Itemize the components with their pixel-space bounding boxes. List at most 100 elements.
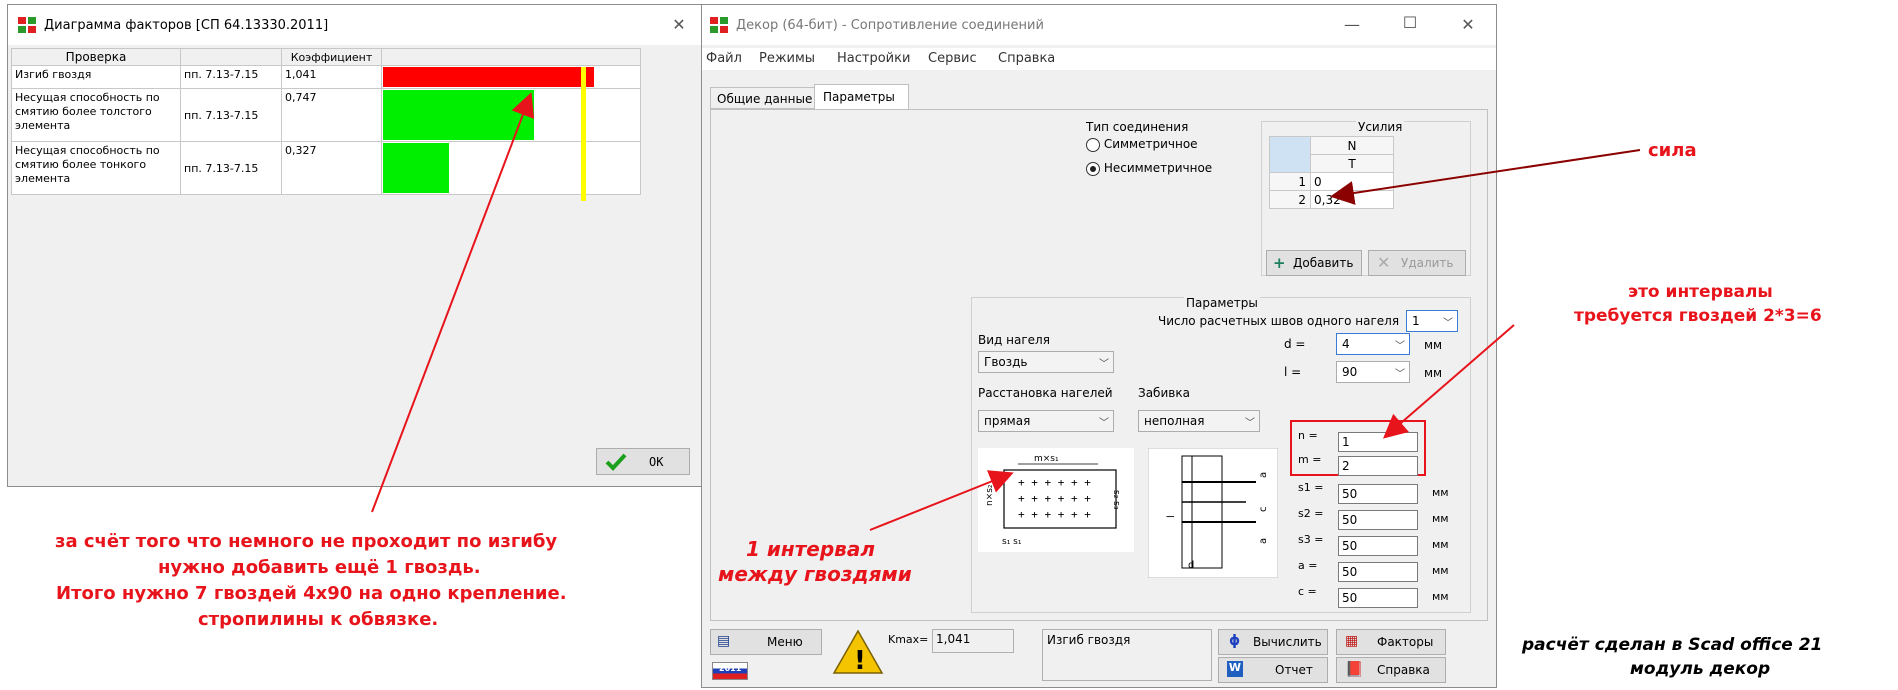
column-header-ref[interactable] <box>180 48 282 66</box>
delete-label: Удалить <box>1401 256 1454 270</box>
params-title: Параметры <box>1184 296 1260 310</box>
menu-bar: Файл Режимы Настройки Сервис Справка <box>702 48 1496 70</box>
a-field[interactable]: 50 <box>1338 562 1418 582</box>
chevron-down-icon: ﹀ <box>1245 418 1255 429</box>
menu-button[interactable]: ▤ Меню <box>710 629 822 655</box>
l-label: l = <box>1284 365 1302 379</box>
main-titlebar: Декор (64-бит) - Сопротивление соединени… <box>702 5 1496 45</box>
m-label: m = <box>1298 453 1322 466</box>
placement-value: прямая <box>984 414 1031 428</box>
placement-select[interactable]: прямая ﹀ <box>978 410 1114 432</box>
kmax-field: 1,041 <box>932 629 1014 653</box>
ok-button[interactable]: OK <box>596 448 690 475</box>
table-row[interactable]: 1 0 <box>1269 172 1394 191</box>
warning-icon: ! <box>832 629 884 675</box>
seams-value: 1 <box>1412 314 1420 328</box>
factor-bar <box>383 67 594 87</box>
table-row[interactable]: Несущая способность по смятию более толс… <box>11 88 641 142</box>
calculate-button[interactable]: ϕ Вычислить <box>1218 629 1328 655</box>
a-label: a = <box>1298 559 1318 572</box>
forces-table: N T 1 0 2 0,32 <box>1269 136 1394 209</box>
nagel-type-select[interactable]: Гвоздь ﹀ <box>978 351 1114 373</box>
forces-header-t: T <box>1310 154 1394 173</box>
tab-parameters[interactable]: Параметры <box>814 84 909 110</box>
status-panel: Изгиб гвоздя <box>1042 629 1212 681</box>
forces-title: Усилия <box>1356 120 1405 134</box>
radio-asymmetric[interactable]: Несимметричное <box>1086 161 1212 176</box>
d-select[interactable]: 4 ﹀ <box>1336 333 1410 355</box>
close-icon[interactable]: ✕ <box>665 15 693 34</box>
word-icon: W <box>1227 661 1243 677</box>
radio-symmetric[interactable]: Симметричное <box>1086 137 1198 152</box>
s1-label: s1 = <box>1298 481 1324 494</box>
svg-text:a: a <box>1258 538 1269 544</box>
seams-select[interactable]: 1 ﹀ <box>1406 310 1458 332</box>
l-value: 90 <box>1342 365 1358 379</box>
column-header-check[interactable]: Проверка <box>11 48 181 66</box>
factors-window: Диаграмма факторов [СП 64.13330.2011] ✕ … <box>7 4 704 487</box>
c-field[interactable]: 50 <box>1338 588 1418 608</box>
table-row[interactable]: Изгиб гвоздя пп. 7.13-7.15 1,041 <box>11 65 641 89</box>
ref-cell: пп. 7.13-7.15 <box>180 65 282 89</box>
ref-cell: пп. 7.13-7.15 <box>180 141 282 195</box>
book-icon: 📕 <box>1345 660 1364 678</box>
tab-general[interactable]: Общие данные <box>710 87 815 109</box>
params-group: Параметры Число расчетных швов одного на… <box>971 296 1471 613</box>
factors-button[interactable]: ▦ Факторы <box>1336 629 1446 655</box>
row-number: 2 <box>1269 190 1311 209</box>
calculate-label: Вычислить <box>1253 635 1322 649</box>
check-cell: Изгиб гвоздя <box>11 65 181 89</box>
year-badge: 2011 <box>712 662 748 680</box>
delete-force-button[interactable]: ✕ Удалить <box>1368 250 1466 276</box>
radio-label: Симметричное <box>1103 137 1198 151</box>
s3-field[interactable]: 50 <box>1338 536 1418 556</box>
column-header-coef[interactable]: Коэффициент <box>281 48 382 66</box>
l-unit: мм <box>1424 366 1443 380</box>
svg-text:+ + + + + +: + + + + + + <box>1018 508 1091 521</box>
connection-type-title: Тип соединения <box>1086 120 1189 134</box>
add-force-button[interactable]: + Добавить <box>1266 250 1362 276</box>
help-button[interactable]: 📕 Справка <box>1336 657 1446 683</box>
tab-parameters-label: Параметры <box>823 90 895 104</box>
l-select[interactable]: 90 ﹀ <box>1336 361 1410 383</box>
annotation-scad-line1: расчёт сделан в Scad office 21 <box>1522 635 1823 655</box>
svg-text:m×s₁: m×s₁ <box>1034 454 1059 464</box>
menu-item-modes[interactable]: Режимы <box>759 51 815 66</box>
bar-cell <box>381 65 641 89</box>
table-row[interactable]: Несущая способность по смятию более тонк… <box>11 141 641 195</box>
driving-select[interactable]: неполная ﹀ <box>1138 410 1260 432</box>
s2-unit: мм <box>1432 512 1449 525</box>
s2-field[interactable]: 50 <box>1338 510 1418 530</box>
menu-doc-icon: ▤ <box>717 633 731 649</box>
seams-label: Число расчетных швов одного нагеля <box>1158 314 1400 328</box>
table-row[interactable]: 2 0,32 <box>1269 190 1394 209</box>
annotation-bending-line4: стропилины к обвязке. <box>198 609 439 630</box>
menu-item-settings[interactable]: Настройки <box>837 51 910 66</box>
maximize-icon[interactable]: ☐ <box>1396 13 1424 32</box>
delete-icon: ✕ <box>1377 253 1391 272</box>
add-label: Добавить <box>1293 256 1354 270</box>
connection-type-group: Тип соединения Симметричное Несимметричн… <box>1076 120 1226 182</box>
force-cell[interactable]: 0 <box>1310 172 1394 191</box>
chevron-down-icon: ﹀ <box>1099 359 1109 370</box>
force-cell[interactable]: 0,32 <box>1310 190 1394 209</box>
minimize-icon[interactable]: — <box>1338 15 1366 34</box>
m-field[interactable]: 2 <box>1338 456 1418 476</box>
s3-unit: мм <box>1432 538 1449 551</box>
svg-text:+ + + + + +: + + + + + + <box>1018 476 1091 489</box>
factors-window-title: Диаграмма факторов [СП 64.13330.2011] <box>44 18 329 33</box>
table-icon: ▦ <box>1345 633 1359 649</box>
s1-unit: мм <box>1432 486 1449 499</box>
menu-item-file[interactable]: Файл <box>706 51 742 66</box>
report-button[interactable]: W Отчет <box>1218 657 1328 683</box>
coef-cell: 1,041 <box>281 65 382 89</box>
chevron-down-icon: ﹀ <box>1099 418 1109 429</box>
menu-item-service[interactable]: Сервис <box>928 51 977 66</box>
forces-corner <box>1269 136 1311 173</box>
n-field[interactable]: 1 <box>1338 432 1418 452</box>
s1-field[interactable]: 50 <box>1338 484 1418 504</box>
close-icon[interactable]: ✕ <box>1454 15 1482 34</box>
menu-item-help[interactable]: Справка <box>998 51 1055 66</box>
factors-table: Проверка Коэффициент Изгиб гвоздя пп. 7.… <box>11 48 641 195</box>
annotation-bending-line1: за счёт того что немного не проходит по … <box>55 531 558 552</box>
